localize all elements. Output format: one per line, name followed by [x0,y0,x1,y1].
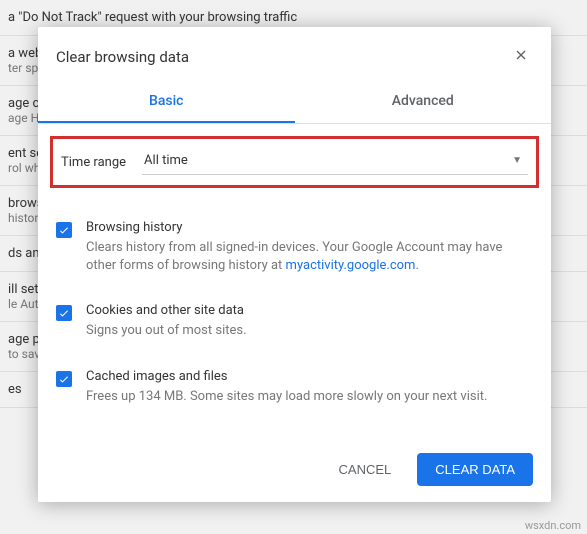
option-cached: Cached images and files Frees up 134 MB.… [56,355,533,420]
myactivity-link[interactable]: myactivity.google.com [286,258,416,273]
options-list: Browsing history Clears history from all… [38,200,551,437]
tabs: Basic Advanced [38,79,551,124]
tab-basic[interactable]: Basic [38,79,295,123]
option-description: Frees up 134 MB. Some sites may load mor… [86,388,533,406]
time-range-label: Time range [61,155,126,170]
option-text: Browsing history Clears history from all… [86,220,533,275]
checkbox-cached[interactable] [56,371,72,387]
check-icon [58,224,70,236]
check-icon [58,373,70,385]
clear-data-button[interactable]: CLEAR DATA [417,453,533,486]
dialog-footer: CANCEL CLEAR DATA [38,437,551,502]
check-icon [58,307,70,319]
option-cookies: Cookies and other site data Signs you ou… [56,289,533,354]
dialog-title: Clear browsing data [56,48,189,66]
checkbox-browsing-history[interactable] [56,222,72,238]
dialog-header: Clear browsing data [38,27,551,79]
time-range-value: All time [144,153,188,168]
checkbox-cookies[interactable] [56,305,72,321]
option-title: Cookies and other site data [86,303,533,318]
clear-browsing-data-dialog: Clear browsing data Basic Advanced Time … [38,27,551,502]
watermark: wsxdn.com [525,519,581,532]
option-description: Signs you out of most sites. [86,322,533,340]
option-title: Browsing history [86,220,533,235]
option-title: Cached images and files [86,369,533,384]
cancel-button[interactable]: CANCEL [321,453,410,486]
bg-row: a "Do Not Track" request with your brows… [8,10,579,25]
option-text: Cookies and other site data Signs you ou… [86,303,533,340]
chevron-down-icon: ▼ [512,155,522,166]
close-icon [513,47,529,63]
option-description: Clears history from all signed-in device… [86,239,533,275]
time-range-select[interactable]: All time ▼ [142,149,528,175]
option-text: Cached images and files Frees up 134 MB.… [86,369,533,406]
option-browsing-history: Browsing history Clears history from all… [56,206,533,289]
close-button[interactable] [509,43,533,71]
tab-advanced[interactable]: Advanced [295,79,552,123]
time-range-row: Time range All time ▼ [50,136,539,188]
